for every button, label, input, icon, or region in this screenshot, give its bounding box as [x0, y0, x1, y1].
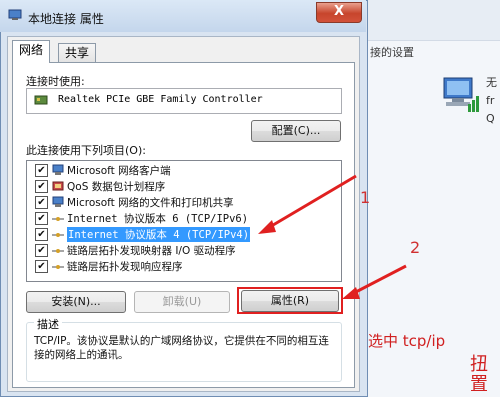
annotation-number-2: 2	[410, 238, 421, 257]
annotation-char: 置	[470, 374, 488, 395]
tab-networking[interactable]: 网络	[12, 40, 51, 63]
annotation-number-1: 1	[360, 188, 371, 207]
annotation-instruction: 选中 tcp/ip	[368, 332, 446, 350]
